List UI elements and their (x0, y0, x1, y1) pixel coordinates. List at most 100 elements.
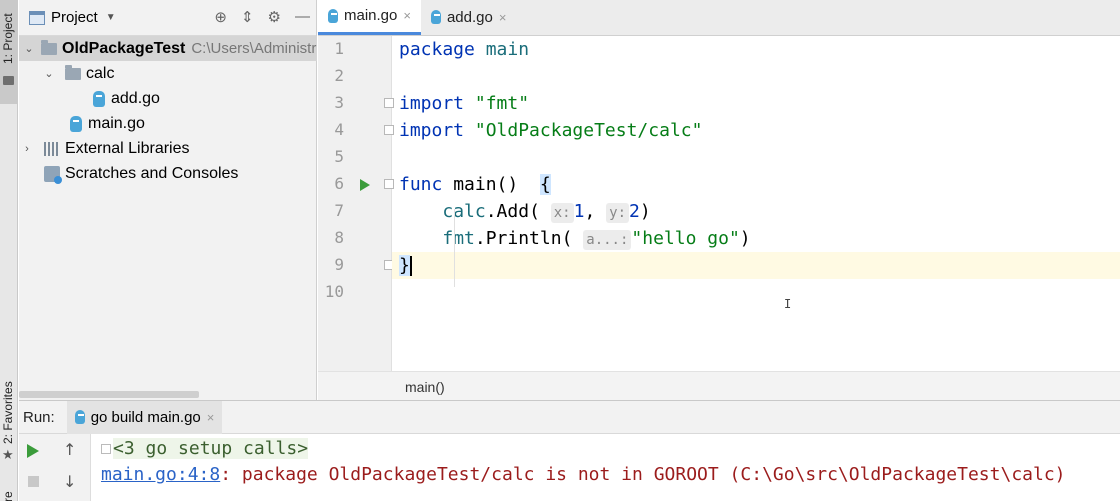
structure-tool-tab-label: re (1, 491, 15, 501)
libraries-icon (44, 141, 60, 156)
favorites-tool-tab-label: 2: Favorites (1, 381, 15, 444)
go-file-icon (328, 8, 338, 23)
horizontal-scrollbar[interactable] (19, 391, 199, 398)
line-number: 8 (334, 228, 344, 247)
param-hint-a: a...: (583, 230, 632, 250)
project-tool-tab-label: 1: Project (1, 13, 15, 64)
call: .Add( (485, 201, 540, 222)
param-hint-y: y: (606, 203, 629, 223)
editor-tabs: main.go × add.go × (318, 0, 1120, 36)
arrow-down-icon[interactable]: ↓ (63, 472, 76, 491)
line-number: 4 (334, 120, 344, 139)
console-line-setup[interactable]: <3 go setup calls> (101, 436, 309, 462)
tab-main-go[interactable]: main.go × (318, 0, 421, 35)
run-gutter-icon[interactable] (360, 179, 370, 191)
indent-guide (454, 209, 455, 287)
locate-icon[interactable]: ⊕ (214, 8, 227, 26)
chevron-down-icon[interactable]: ⌄ (43, 67, 55, 80)
code-line-6: func main() { (392, 171, 1120, 198)
folder-icon (3, 76, 14, 85)
number-literal: 2 (629, 201, 640, 222)
code-line-9: } (392, 252, 1120, 279)
go-file-icon (70, 115, 82, 132)
go-file-icon (93, 90, 105, 107)
tree-item-oldpackagetest[interactable]: ⌄ OldPackageTest C:\Users\Administr (19, 36, 317, 61)
tree-item-add-go[interactable]: add.go (19, 86, 317, 111)
matched-brace: } (399, 255, 410, 276)
rerun-icon[interactable] (27, 444, 39, 458)
chevron-down-icon[interactable]: ▼ (106, 12, 116, 23)
code-line-3: import "fmt" (392, 90, 1120, 117)
chevron-right-icon[interactable]: › (21, 143, 33, 155)
package-ref: fmt (442, 228, 475, 249)
line-number: 9 (334, 255, 344, 274)
run-panel: Run: go build main.go × ↑ ↓ <3 go setup … (19, 400, 1120, 501)
line-number: 7 (334, 201, 344, 220)
string-literal: "hello go" (631, 228, 740, 249)
project-window-icon (29, 10, 45, 25)
tool-window-strip: 1: Project 2: Favorites ★ re (0, 0, 18, 501)
run-config-tab[interactable]: go build main.go × (66, 400, 223, 434)
favorites-tool-tab[interactable]: 2: Favorites ★ (0, 372, 18, 464)
line-number: 3 (334, 93, 344, 112)
tab-label: add.go (446, 8, 493, 26)
project-panel-header: Project ▼ ⊕ ⇕ ⚙ — (19, 0, 316, 36)
line-number: 6 (334, 174, 344, 193)
tree-item-label: add.go (111, 89, 160, 107)
error-source-link[interactable]: main.go:4:8 (101, 464, 220, 485)
close-icon[interactable]: × (499, 10, 507, 25)
setup-calls[interactable]: <3 go setup calls> (113, 438, 309, 459)
paren: ) (739, 228, 751, 249)
run-panel-header: Run: go build main.go × (19, 400, 1120, 434)
tree-item-main-go[interactable]: main.go (19, 111, 317, 136)
tree-item-scratches[interactable]: Scratches and Consoles (19, 161, 317, 186)
collapse-all-icon[interactable]: ⇕ (241, 8, 254, 26)
code-line-7: calc.Add( x: 1, y: 2) (392, 198, 1120, 225)
console-line-error: main.go:4:8: package OldPackageTest/calc… (101, 462, 1066, 488)
line-number: 1 (334, 39, 344, 58)
keyword: func (399, 174, 443, 195)
tab-add-go[interactable]: add.go × (421, 0, 516, 35)
console-output[interactable]: <3 go setup calls> main.go:4:8: package … (91, 434, 1120, 501)
code-line-1: package main (392, 36, 1120, 63)
breadcrumb[interactable]: main() (318, 371, 1120, 400)
go-file-icon (430, 10, 441, 24)
tree-item-external-libraries[interactable]: › External Libraries (19, 136, 317, 161)
project-panel: Project ▼ ⊕ ⇕ ⚙ — ⌄ OldPackageTest C:\Us… (19, 0, 317, 400)
keyword: import (399, 93, 465, 114)
expand-icon[interactable] (101, 444, 111, 454)
stop-icon[interactable] (28, 476, 39, 487)
hide-icon[interactable]: — (295, 8, 310, 26)
mouse-ibeam-cursor: I (784, 297, 792, 311)
paren: ) (639, 201, 651, 222)
tree-item-path: C:\Users\Administr (191, 40, 317, 57)
structure-tool-tab[interactable]: re (0, 476, 18, 501)
gear-icon[interactable]: ⚙ (268, 8, 281, 26)
chevron-down-icon[interactable]: ⌄ (23, 42, 35, 55)
number-literal: 1 (573, 201, 585, 222)
line-number: 10 (324, 282, 344, 301)
project-panel-title[interactable]: Project (51, 9, 98, 26)
tree-item-label: External Libraries (65, 139, 190, 157)
code-line-4: import "OldPackageTest/calc" (392, 117, 1120, 144)
close-icon[interactable]: × (207, 410, 215, 425)
comma: , (584, 201, 596, 222)
tree-item-label: OldPackageTest (62, 39, 186, 57)
keyword: import (399, 120, 465, 141)
package-name: main (485, 39, 530, 60)
tree-item-calc[interactable]: ⌄ calc (19, 61, 317, 86)
keyword: package (399, 39, 475, 60)
go-file-icon (74, 410, 85, 424)
close-icon[interactable]: × (403, 8, 411, 23)
star-icon: ★ (2, 448, 14, 463)
arrow-up-icon[interactable]: ↑ (63, 440, 76, 459)
breadcrumb-item[interactable]: main() (405, 379, 445, 395)
tree-item-label: main.go (88, 114, 145, 132)
project-tool-tab[interactable]: 1: Project (0, 0, 18, 104)
code-area[interactable]: package main import "fmt" import "OldPac… (392, 36, 1120, 371)
matched-brace: { (539, 174, 551, 195)
editor-gutter[interactable]: 1 2 3 4 5 6 7 8 9 10 (318, 36, 394, 371)
scratches-icon (44, 165, 62, 184)
tree-item-label: Scratches and Consoles (65, 164, 239, 182)
code-editor: main.go × add.go × 1 2 3 4 5 6 7 8 9 10 … (318, 0, 1120, 400)
